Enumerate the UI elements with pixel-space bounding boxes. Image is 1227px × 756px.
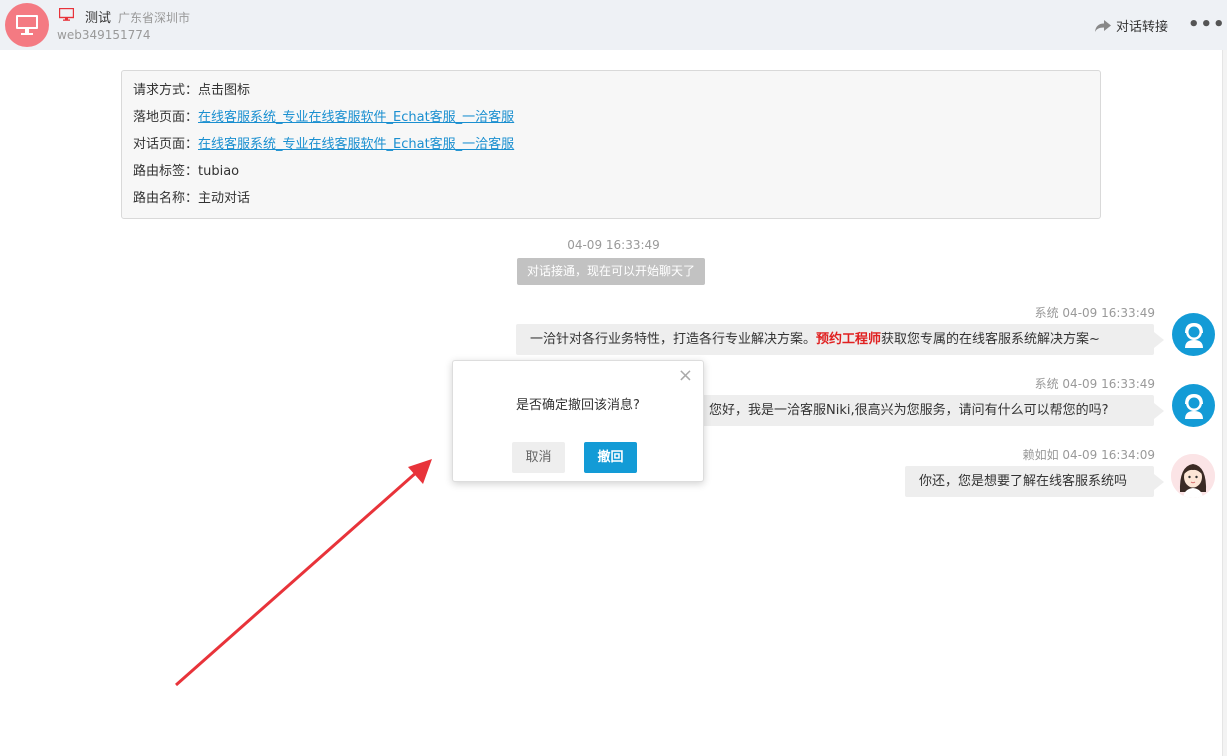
message-meta: 赖如如 04-09 16:34:09 [955,446,1155,463]
share-arrow-icon [1095,19,1111,32]
info-row-request-method: 请求方式：点击图标 [133,81,1089,108]
robot-agent-icon [1184,322,1203,348]
info-value: 主动对话 [198,191,251,206]
chat-page-link[interactable]: 在线客服系统_专业在线客服软件_Echat客服_一洽客服 [198,137,514,152]
connected-notice: 对话接通，现在可以开始聊天了 [517,258,705,285]
message-text: 你还，您是想要了解在线客服系统吗 [919,474,1128,489]
info-label: 路由标签： [133,164,199,179]
message-bubble[interactable]: 你还，您是想要了解在线客服系统吗 [905,466,1154,497]
more-options-button[interactable]: ••• [1188,14,1226,35]
bot-avatar [1172,384,1215,427]
message-bubble[interactable]: 一洽针对各行业务特性，打造各行专业解决方案。预约工程师获取您专属的在线客服系统解… [516,324,1154,355]
bot-avatar [1172,313,1215,356]
info-label: 落地页面： [133,110,199,125]
scrollbar[interactable] [1222,50,1227,756]
message-time: 04-09 16:33:49 [1062,377,1155,391]
close-icon[interactable]: × [678,365,693,386]
message-meta: 系统 04-09 16:33:49 [955,304,1155,321]
message-time: 04-09 16:34:09 [1062,448,1155,462]
message-bubble[interactable]: 您好，我是一洽客服Niki,很高兴为您服务，请问有什么可以帮您的吗? [695,395,1154,426]
info-row-route-tag: 路由标签：tubiao [133,162,1089,189]
info-value: 点击图标 [198,83,251,98]
info-label: 对话页面： [133,137,199,152]
message-sender: 系统 [1034,377,1059,391]
info-label: 路由名称： [133,191,199,206]
message-sender: 系统 [1034,306,1059,320]
bubble-tail [1154,403,1164,419]
chat-header: 测试 广东省深圳市 web349151774 对话转接 ••• [0,0,1227,50]
chat-start-time: 04-09 16:33:49 [567,238,660,252]
cancel-button[interactable]: 取消 [512,442,565,473]
agent-avatar [1171,454,1215,498]
landing-page-link[interactable]: 在线客服系统_专业在线客服软件_Echat客服_一洽客服 [198,110,514,125]
visitor-name: 测试 [85,11,112,26]
monitor-icon [16,15,38,35]
transfer-chat-button[interactable]: 对话转接 [1094,16,1168,35]
visitor-info-panel: 请求方式：点击图标 落地页面：在线客服系统_专业在线客服软件_Echat客服_一… [121,70,1101,219]
info-row-route-name: 路由名称：主动对话 [133,189,1089,216]
woman-avatar-icon [1171,454,1215,498]
message-text: 您好，我是一洽客服Niki,很高兴为您服务，请问有什么可以帮您的吗? [709,403,1109,418]
visitor-avatar [5,3,49,47]
info-value: tubiao [198,164,240,179]
message-meta: 系统 04-09 16:33:49 [955,375,1155,392]
message-time: 04-09 16:33:49 [1062,306,1155,320]
message-text: 一洽针对各行业务特性，打造各行专业解决方案。 [530,332,817,347]
bubble-tail [1154,474,1164,490]
bubble-tail [1154,332,1164,348]
device-monitor-icon [59,8,74,21]
dialog-message: 是否确定撤回该消息? [516,398,640,413]
info-row-chat-page: 对话页面：在线客服系统_专业在线客服软件_Echat客服_一洽客服 [133,135,1089,162]
visitor-location: 广东省深圳市 [118,11,191,25]
transfer-chat-label: 对话转接 [1116,20,1169,35]
recall-button[interactable]: 撤回 [584,442,637,473]
info-label: 请求方式： [133,83,199,98]
visitor-id: web349151774 [57,28,151,42]
recall-confirm-dialog: × 是否确定撤回该消息? 取消 撤回 [452,360,704,482]
message-text: 获取您专属的在线客服系统解决方案~ [881,332,1100,347]
robot-agent-icon [1184,393,1203,419]
book-engineer-link[interactable]: 预约工程师 [816,332,881,347]
message-sender: 赖如如 [1022,448,1059,462]
info-row-landing-page: 落地页面：在线客服系统_专业在线客服软件_Echat客服_一洽客服 [133,108,1089,135]
